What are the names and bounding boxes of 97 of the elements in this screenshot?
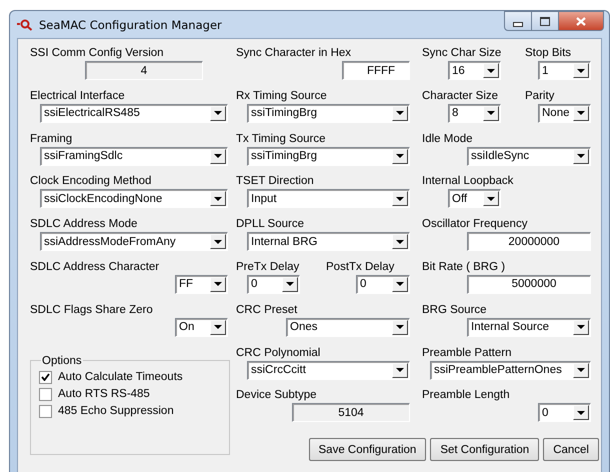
minimize-button[interactable] [504, 11, 532, 31]
dialog-button[interactable]: Cancel [543, 438, 599, 462]
caret-icon [487, 111, 495, 116]
caret-icon [396, 154, 404, 158]
dropdown[interactable]: ssiAddressModeFromAny [40, 232, 228, 252]
input-field[interactable]: 5000000 [467, 274, 591, 294]
dropdown[interactable]: None [538, 104, 591, 123]
dropdown[interactable]: Off [448, 189, 501, 208]
caret-icon [577, 111, 585, 116]
field-label: DPLL Source [236, 217, 305, 232]
readonly-field: 4 [85, 61, 203, 80]
caret-icon [214, 240, 222, 244]
field-label: PostTx Delay [326, 260, 396, 274]
field-label: Device Subtype [236, 388, 318, 402]
caret-icon [487, 68, 495, 72]
field-label: Stop Bits [525, 46, 572, 60]
dropdown[interactable]: ssiIdleSync [467, 146, 591, 166]
field-label: Bit Rate ( BRG ) [422, 260, 506, 274]
field-label: Preamble Length [422, 388, 511, 402]
field-label: Sync Character in Hex [236, 46, 352, 60]
caret-icon [214, 282, 222, 286]
field-label: SSI Comm Config Version [30, 46, 165, 60]
dropdown[interactable]: Internal Source [467, 318, 591, 337]
caret-icon [396, 282, 404, 286]
field-label: Internal Loopback [422, 174, 514, 188]
caret-icon [214, 111, 222, 116]
field-label: TSET Direction [236, 174, 315, 188]
caret-icon [396, 240, 404, 244]
dropdown[interactable]: ssiPreamblePatternOnes [430, 360, 591, 380]
checkbox-label: Auto RTS RS-485 [58, 388, 150, 400]
field-label: SDLC Flags Share Zero [30, 302, 154, 317]
field-label: CRC Polynomial [236, 346, 322, 360]
dropdown[interactable]: ssiElectricalRS485 [40, 104, 228, 123]
readonly-field: 5104 [292, 403, 410, 422]
caret-icon [396, 111, 404, 116]
field-label: Rx Timing Source [236, 88, 328, 103]
checkbox[interactable] [39, 388, 52, 401]
dropdown[interactable]: 0 [356, 274, 410, 294]
checkbox-label: 485 Echo Suppression [58, 405, 174, 418]
field-label: SDLC Address Mode [30, 217, 138, 232]
dropdown[interactable]: ssiTimingBrg [247, 146, 410, 166]
field-label: Tx Timing Source [236, 132, 326, 146]
caret-icon [396, 196, 404, 201]
field-label: Oscillator Frequency [422, 217, 528, 232]
field-label: Clock Encoding Method [30, 174, 152, 188]
magnifier-icon [17, 18, 33, 30]
dropdown[interactable]: On [175, 318, 228, 337]
dropdown[interactable]: 1 [538, 61, 591, 80]
caret-icon [577, 410, 585, 415]
dropdown[interactable]: Input [247, 189, 410, 208]
maximize-icon [540, 16, 550, 26]
dropdown[interactable]: Ones [286, 318, 410, 337]
dropdown[interactable]: ssiFramingSdlc [40, 146, 228, 166]
caret-icon [487, 196, 495, 201]
caret-icon [396, 368, 404, 372]
field-label: PreTx Delay [236, 260, 300, 274]
maximize-button[interactable] [532, 11, 559, 31]
field-label: Character Size [422, 88, 500, 103]
dropdown[interactable]: 16 [448, 61, 501, 80]
caret-icon [396, 325, 404, 330]
dropdown[interactable]: ssiTimingBrg [247, 104, 410, 123]
checkbox[interactable] [39, 404, 52, 418]
minimize-icon [513, 22, 523, 26]
caret-icon [286, 282, 294, 286]
caret-icon [577, 368, 585, 372]
dropdown[interactable]: 8 [448, 104, 501, 123]
field-label: Sync Char Size [422, 46, 502, 60]
field-label: Electrical Interface [30, 88, 126, 103]
field-label: Idle Mode [422, 132, 474, 146]
caret-icon [577, 68, 585, 72]
caret-icon [577, 154, 585, 158]
field-label: Preamble Pattern [422, 346, 512, 360]
caret-icon [214, 196, 222, 201]
input-field[interactable]: 20000000 [467, 232, 591, 252]
dropdown[interactable]: 0 [538, 403, 591, 422]
field-label: SDLC Address Character [30, 260, 160, 274]
caret-icon [214, 154, 222, 158]
dialog-button[interactable]: Set Configuration [430, 438, 540, 462]
window-title: SeaMAC Configuration Manager [39, 18, 222, 32]
field-label: CRC Preset [236, 302, 298, 317]
field-label: BRG Source [422, 302, 488, 317]
field-label: Framing [30, 132, 74, 146]
checkbox-label: Auto Calculate Timeouts [58, 371, 183, 384]
input-field[interactable]: FFFF [342, 61, 410, 80]
dropdown[interactable]: Internal BRG [247, 232, 410, 252]
dropdown[interactable]: FF [175, 274, 228, 294]
close-icon [576, 16, 586, 26]
dropdown[interactable]: ssiClockEncodingNone [40, 189, 228, 208]
checkbox[interactable] [39, 370, 52, 384]
close-button[interactable] [559, 11, 604, 31]
dropdown[interactable]: ssiCrcCcitt [247, 360, 410, 380]
field-label: Parity [525, 88, 556, 103]
caret-icon [577, 325, 585, 330]
dropdown[interactable]: 0 [247, 274, 300, 294]
dialog-button[interactable]: Save Configuration [308, 438, 426, 462]
caret-icon [214, 325, 222, 330]
group-title: Options [41, 354, 83, 367]
